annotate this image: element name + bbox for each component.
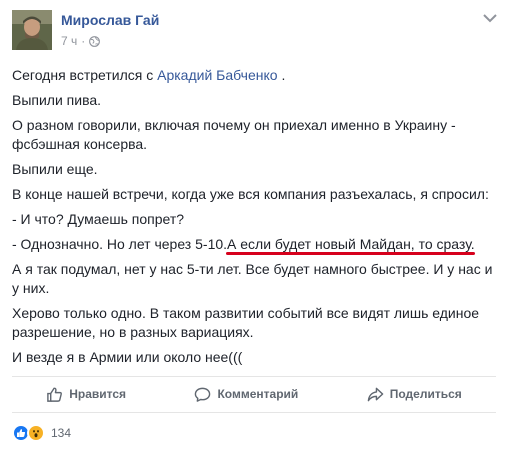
paragraph-1-end: . — [281, 67, 286, 83]
paragraph-8: А я так подумал, нет у нас 5-ти лет. Все… — [12, 261, 493, 296]
paragraph-1-text: Сегодня встретился с — [12, 67, 154, 83]
avatar-photo — [12, 10, 52, 50]
globe-icon[interactable] — [89, 35, 101, 47]
comment-label: Комментарий — [217, 387, 299, 401]
mention-link[interactable]: Аркадий Бабченко — [157, 67, 277, 83]
comment-button[interactable]: Комментарий — [194, 386, 298, 403]
post-time[interactable]: 7 ч — [61, 34, 77, 48]
share-button[interactable]: Поделиться — [367, 386, 462, 403]
thumbs-up-icon — [47, 387, 63, 402]
post-text: Сегодня встретился с Аркадий Бабченко . … — [12, 66, 500, 367]
paragraph-9: Херово только одно. В таком развитии соб… — [12, 305, 480, 340]
paragraph-10: И везде я в Армии или около нее((( — [12, 349, 243, 365]
actions-divider-top — [12, 376, 496, 377]
avatar[interactable] — [12, 10, 52, 50]
paragraph-4: Выпили еще. — [12, 161, 98, 177]
share-arrow-icon — [367, 387, 384, 401]
paragraph-7-text: - Однозначно. Но лет через 5-10. — [12, 236, 228, 252]
like-button[interactable]: Нравится — [46, 386, 126, 403]
highlighted-text: А если будет новый Майдан, то сразу. — [227, 236, 475, 252]
wow-icon — [27, 424, 45, 442]
paragraph-1: Сегодня встретился с Аркадий Бабченко . — [12, 66, 500, 85]
reactions-summary[interactable]: 134 — [12, 424, 71, 442]
paragraph-6: - И что? Думаешь попрет? — [12, 211, 185, 227]
author-name[interactable]: Мирослав Гай — [61, 12, 159, 28]
reaction-count[interactable]: 134 — [51, 426, 71, 440]
actions-divider-bottom — [12, 412, 496, 413]
meta-separator: · — [81, 34, 86, 48]
paragraph-2: Выпили пива. — [12, 92, 102, 108]
share-label: Поделиться — [389, 387, 462, 401]
paragraph-3: О разном говорили, включая почему он при… — [12, 117, 456, 152]
red-underline — [226, 252, 475, 255]
post-meta: 7 ч · — [61, 34, 101, 48]
paragraph-5: В конце нашей встречи, когда уже вся ком… — [12, 186, 489, 202]
chevron-down-icon[interactable] — [483, 13, 497, 23]
like-label: Нравится — [69, 387, 127, 401]
speech-bubble-icon — [195, 387, 211, 402]
action-bar: Нравится Комментарий Поделиться — [12, 378, 496, 410]
facebook-post: Мирослав Гай 7 ч · Сегодня встретился с … — [0, 0, 508, 451]
